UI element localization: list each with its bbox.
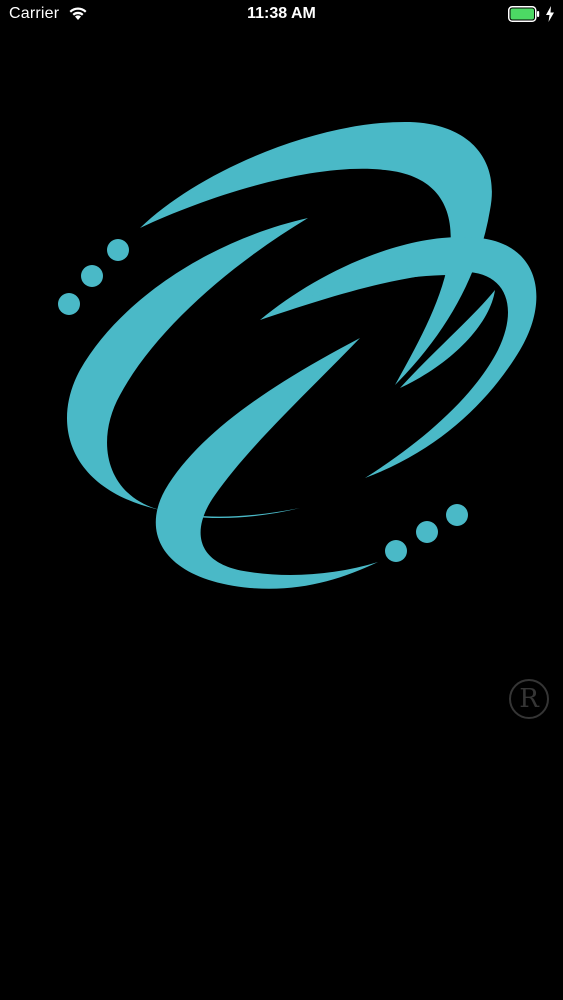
charging-bolt-icon — [546, 6, 554, 22]
status-bar: Carrier 11:38 AM — [0, 0, 563, 30]
battery-icon — [508, 6, 540, 22]
swirl-logo-icon — [58, 121, 537, 589]
status-time: 11:38 AM — [247, 5, 316, 22]
registered-mark: R — [519, 684, 539, 714]
